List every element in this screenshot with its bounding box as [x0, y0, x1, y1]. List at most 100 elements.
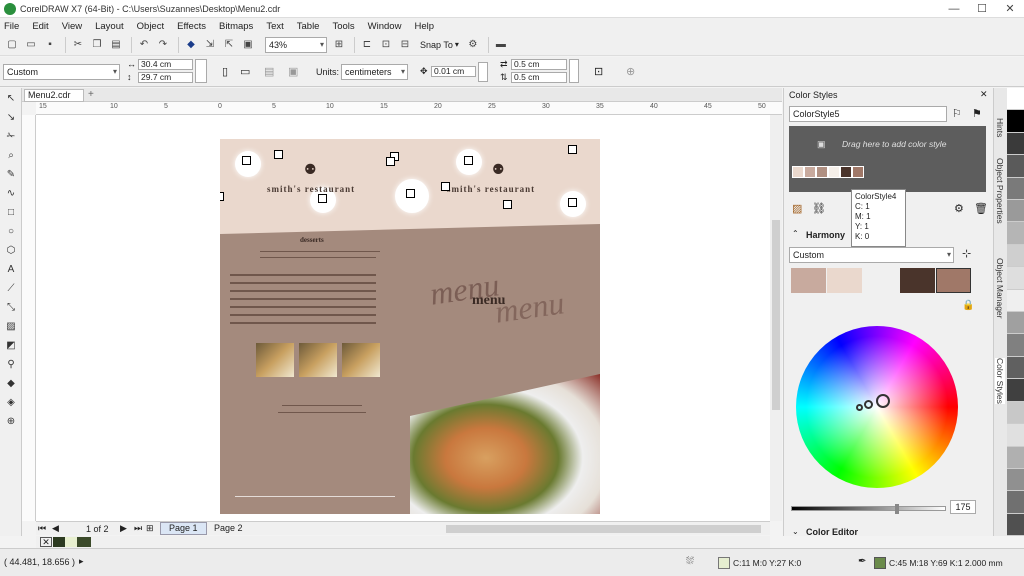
link-style-icon[interactable]: ⛓ [812, 202, 826, 215]
lock-icon[interactable]: 🔒 [962, 300, 974, 311]
previous-page-icon[interactable]: ◀ [52, 523, 59, 534]
text-tool-icon[interactable]: A [3, 262, 19, 278]
docker-tab-color-styles[interactable]: Color Styles [995, 358, 1005, 404]
palette-swatch[interactable] [1007, 289, 1024, 313]
page-width-input[interactable]: 30.4 cm [138, 59, 193, 70]
treat-as-filled-icon[interactable]: ⊡ [594, 65, 603, 78]
doc-swatch[interactable] [65, 537, 77, 547]
palette-swatch[interactable] [1007, 491, 1024, 514]
ellipse-tool-icon[interactable]: ○ [3, 224, 19, 240]
menu-effects[interactable]: Effects [177, 21, 206, 32]
shape-tool-icon[interactable]: ↘ [3, 110, 19, 126]
application-launcher-icon[interactable]: ▬ [493, 37, 509, 53]
smart-fill-icon[interactable]: ◈ [3, 395, 19, 411]
harmony-swatch-3[interactable] [900, 268, 935, 293]
publish-pdf-icon[interactable]: ▣ [240, 37, 256, 53]
docker-tab-object-manager[interactable]: Object Manager [995, 258, 1005, 318]
no-color-icon[interactable]: ✕ [40, 537, 52, 547]
parallel-dimension-icon[interactable]: ⟋ [3, 281, 19, 297]
rulers-icon[interactable]: ⊏ [359, 37, 375, 53]
nudge-spinner[interactable] [478, 62, 488, 82]
eyedropper-icon[interactable]: ⚲ [3, 357, 19, 373]
minimize-button[interactable]: — [940, 0, 968, 18]
portrait-icon[interactable]: ▯ [222, 65, 228, 78]
harmony-swatch-4[interactable] [936, 268, 971, 293]
harmony-swatch-2[interactable] [827, 268, 862, 293]
vertical-scrollbar[interactable] [770, 115, 782, 521]
selection-handle[interactable] [274, 150, 283, 159]
fill-swatch[interactable] [718, 557, 730, 569]
menu-bitmaps[interactable]: Bitmaps [219, 21, 253, 32]
units-combo[interactable]: centimeters ▾ [341, 64, 408, 80]
document-tab-menu2[interactable]: Menu2.cdr [24, 89, 84, 102]
menu-text[interactable]: Text [266, 21, 283, 32]
collapse-icon[interactable]: ⌃ [792, 229, 799, 238]
menu-tools[interactable]: Tools [332, 21, 354, 32]
menu-layout[interactable]: Layout [95, 21, 124, 32]
maximize-button[interactable]: ☐ [968, 0, 996, 18]
harmony-preset-combo[interactable]: Custom ▾ [789, 247, 954, 263]
connector-tool-icon[interactable]: ⤡ [3, 300, 19, 316]
all-pages-icon[interactable]: ▤ [264, 65, 274, 78]
palette-swatch[interactable] [1007, 334, 1024, 357]
next-page-icon[interactable]: ▶ [120, 523, 127, 534]
palette-swatch[interactable] [1007, 88, 1024, 111]
outline-pen-icon[interactable]: ✒ [858, 556, 866, 567]
scrollbar-thumb[interactable] [772, 220, 780, 410]
selection-handle[interactable] [441, 182, 450, 191]
menu-page[interactable]: ⚉ ⚉ smith's restaurant smith's restauran… [220, 139, 600, 514]
paste-icon[interactable]: ▤ [108, 37, 124, 53]
first-page-icon[interactable]: ⏮ [38, 523, 46, 534]
artistic-media-icon[interactable]: ∿ [3, 186, 19, 202]
docker-tab-hints[interactable]: Hints [995, 118, 1005, 137]
menu-help[interactable]: Help [414, 21, 434, 32]
dimension-spinner[interactable] [195, 59, 207, 83]
color-harmony-wheel[interactable] [796, 326, 958, 488]
freehand-tool-icon[interactable]: ✎ [3, 167, 19, 183]
grid-icon[interactable]: ⊡ [378, 37, 394, 53]
page-preset-combo[interactable]: Custom ▾ [3, 64, 120, 80]
menu-window[interactable]: Window [368, 21, 402, 32]
fill-bucket-icon[interactable]: ⛆ [686, 556, 694, 567]
close-button[interactable]: ✕ [996, 0, 1024, 18]
add-tool-icon[interactable]: ⊕ [3, 414, 19, 430]
redo-icon[interactable]: ↷ [155, 37, 171, 53]
polygon-tool-icon[interactable]: ⬡ [3, 243, 19, 259]
landscape-icon[interactable]: ▭ [240, 65, 250, 78]
new-color-style-icon[interactable]: ⚐ [952, 107, 962, 120]
selection-handle[interactable] [406, 189, 415, 198]
current-page-icon[interactable]: ▣ [288, 65, 298, 78]
menu-table[interactable]: Table [297, 21, 320, 32]
style-chip[interactable] [816, 166, 828, 178]
palette-swatch[interactable] [1007, 446, 1024, 469]
duplicate-x-input[interactable]: 0.5 cm [511, 59, 567, 70]
add-document-icon[interactable]: + [88, 89, 94, 100]
crop-tool-icon[interactable]: ✁ [3, 129, 19, 145]
style-chip[interactable] [840, 166, 852, 178]
style-chip[interactable] [828, 166, 840, 178]
options-icon[interactable]: ⚙ [465, 37, 481, 53]
tab-page-1[interactable]: Page 1 [160, 522, 207, 535]
palette-swatch[interactable] [1007, 132, 1024, 156]
drop-shadow-icon[interactable]: ▨ [3, 319, 19, 335]
style-chip[interactable] [804, 166, 816, 178]
delete-style-icon[interactable]: 🗑 [974, 202, 988, 215]
duplicate-y-input[interactable]: 0.5 cm [511, 72, 567, 83]
quick-customize-icon[interactable]: ⊕ [626, 65, 635, 78]
import-icon[interactable]: ⇲ [202, 37, 218, 53]
rectangle-tool-icon[interactable]: □ [3, 205, 19, 221]
palette-swatch[interactable] [1007, 244, 1024, 268]
harmony-swatch-1[interactable] [791, 268, 826, 293]
style-settings-icon[interactable]: ⚙ [954, 202, 964, 215]
style-chip[interactable] [852, 166, 864, 178]
menu-file[interactable]: File [4, 21, 19, 32]
slider-thumb[interactable] [895, 504, 899, 514]
selection-handle[interactable] [568, 198, 577, 207]
color-style-name-input[interactable]: ColorStyle5 [789, 106, 947, 122]
selection-handle[interactable] [242, 156, 251, 165]
doc-swatch[interactable] [77, 537, 91, 547]
harmony-rules-icon[interactable]: ⊹ [962, 247, 971, 260]
new-from-selection-icon[interactable]: ⚑ [972, 107, 982, 120]
transparency-tool-icon[interactable]: ◩ [3, 338, 19, 354]
palette-swatch[interactable] [1007, 200, 1024, 223]
